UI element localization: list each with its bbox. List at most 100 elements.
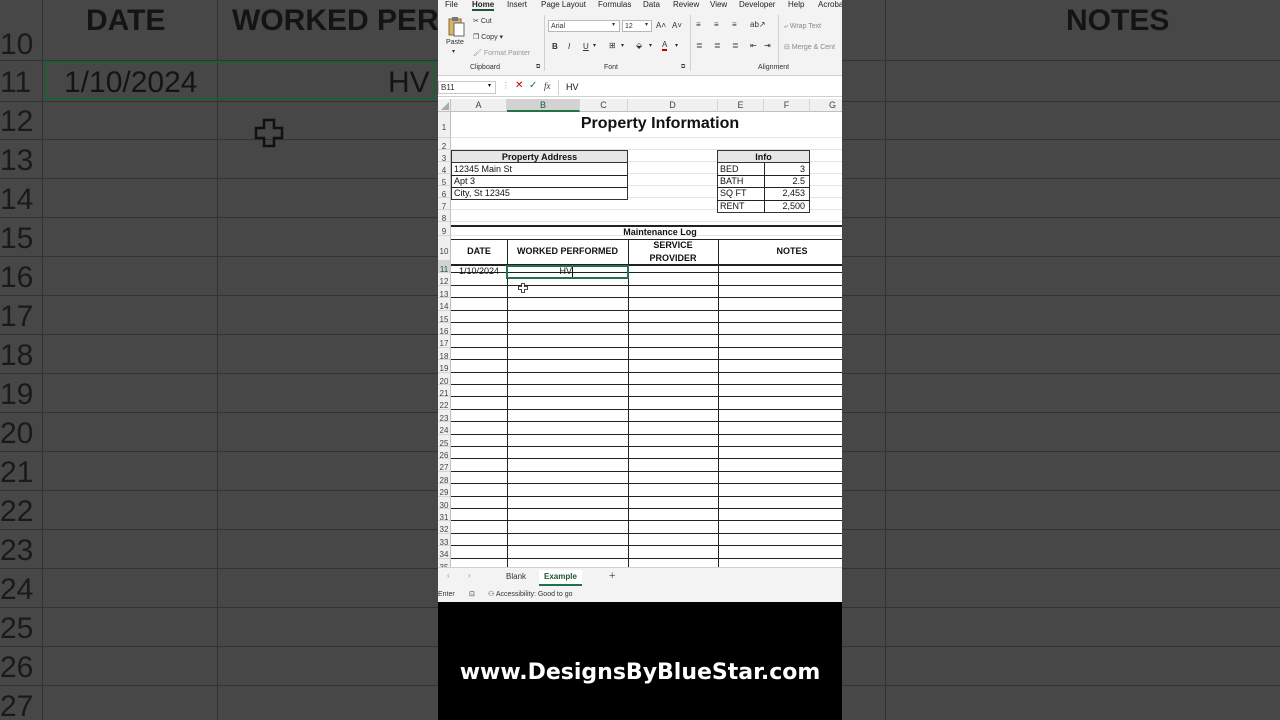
property-address-header[interactable]: Property Address xyxy=(451,150,628,163)
row-header[interactable]: 27 xyxy=(438,459,451,472)
tab-file[interactable]: File xyxy=(445,0,458,9)
log-date-cell[interactable]: 1/10/2024 xyxy=(451,266,507,276)
sheet-tab-blank[interactable]: Blank xyxy=(501,570,531,584)
align-top-icon[interactable]: ≡ xyxy=(696,20,701,29)
info-label[interactable]: BED xyxy=(720,164,739,174)
tab-view[interactable]: View xyxy=(710,0,727,9)
underline-icon[interactable]: U xyxy=(583,42,589,51)
fill-color-icon[interactable]: ⬙ xyxy=(636,41,642,50)
row-header[interactable]: 6 xyxy=(438,186,451,199)
row-header[interactable]: 35 xyxy=(438,558,451,567)
paste-dropdown-icon[interactable]: ▾ xyxy=(452,48,455,55)
font-family-select[interactable]: Arial xyxy=(548,20,620,32)
row-header[interactable]: 3 xyxy=(438,150,451,163)
row-header[interactable]: 28 xyxy=(438,471,451,485)
info-value[interactable]: 3 xyxy=(765,164,805,174)
cancel-icon[interactable]: ✕ xyxy=(515,80,523,91)
font-color-icon[interactable]: A xyxy=(662,40,668,51)
address-line-1[interactable]: 12345 Main St xyxy=(454,164,512,174)
tab-help[interactable]: Help xyxy=(788,0,804,9)
column-header-f[interactable]: F xyxy=(764,99,810,112)
merge-center-button[interactable]: ⊟ Merge & Cent xyxy=(784,43,835,51)
scroll-right-icon[interactable]: › xyxy=(468,571,471,580)
macro-record-icon[interactable]: ⊡ xyxy=(469,587,475,602)
row-header[interactable]: 16 xyxy=(438,323,451,336)
column-header-a[interactable]: A xyxy=(451,99,507,112)
italic-icon[interactable]: I xyxy=(568,42,570,51)
paste-icon[interactable] xyxy=(447,16,465,38)
row-header[interactable]: 4 xyxy=(438,162,451,175)
row-header[interactable]: 14 xyxy=(438,298,451,311)
row-header[interactable]: 12 xyxy=(438,273,451,286)
log-header-provider-2[interactable]: PROVIDER xyxy=(628,253,718,263)
row-header[interactable]: 18 xyxy=(438,347,451,361)
row-header[interactable]: 7 xyxy=(438,198,451,211)
formula-input[interactable]: HV xyxy=(566,82,579,92)
font-launcher-icon[interactable]: ⧉ xyxy=(681,64,685,71)
align-left-icon[interactable]: ≣ xyxy=(696,41,703,50)
tab-acrobat[interactable]: Acroba xyxy=(818,0,842,9)
row-header[interactable]: 17 xyxy=(438,335,451,348)
column-header-g[interactable]: G xyxy=(810,99,842,112)
tab-developer[interactable]: Developer xyxy=(739,0,775,9)
row-header[interactable]: 19 xyxy=(438,360,451,373)
copy-button[interactable]: ❐ Copy ▾ xyxy=(473,33,503,41)
increase-font-icon[interactable]: A˄ xyxy=(656,21,666,30)
log-header-notes[interactable]: NOTES xyxy=(718,246,842,256)
clipboard-launcher-icon[interactable]: ⧉ xyxy=(536,64,540,71)
active-cell-selection[interactable] xyxy=(506,265,629,279)
sheet-tab-example[interactable]: Example xyxy=(539,570,582,586)
info-label[interactable]: SQ FT xyxy=(720,188,747,198)
info-value[interactable]: 2.5 xyxy=(765,176,805,186)
align-right-icon[interactable]: ≣ xyxy=(732,41,739,50)
row-header[interactable]: 1 xyxy=(438,112,451,138)
align-center-icon[interactable]: ≣ xyxy=(714,41,721,50)
row-header[interactable]: 9 xyxy=(438,222,451,236)
decrease-font-icon[interactable]: A˅ xyxy=(672,21,682,30)
row-header[interactable]: 30 xyxy=(438,496,451,510)
row-header[interactable]: 10 xyxy=(438,236,451,261)
tab-review[interactable]: Review xyxy=(673,0,699,9)
increase-indent-icon[interactable]: ⇥ xyxy=(764,41,771,50)
row-header[interactable]: 34 xyxy=(438,546,451,559)
align-middle-icon[interactable]: ≡ xyxy=(714,20,719,29)
tab-page-layout[interactable]: Page Layout xyxy=(541,0,586,9)
enter-icon[interactable]: ✓ xyxy=(529,80,537,91)
column-header-b[interactable]: B xyxy=(507,99,580,112)
bold-icon[interactable]: B xyxy=(552,42,558,51)
decrease-indent-icon[interactable]: ⇤ xyxy=(750,41,757,50)
paste-button[interactable]: Paste xyxy=(446,39,464,46)
row-header[interactable]: 11 xyxy=(438,261,451,274)
underline-dropdown-icon[interactable]: ▾ xyxy=(593,42,596,49)
row-header[interactable]: 8 xyxy=(438,210,451,223)
info-header[interactable]: Info xyxy=(717,150,810,163)
row-header[interactable]: 21 xyxy=(438,385,451,398)
select-all-corner[interactable] xyxy=(438,99,451,112)
address-line-2[interactable]: Apt 3 xyxy=(454,176,475,186)
row-header[interactable]: 25 xyxy=(438,434,451,448)
info-label[interactable]: BATH xyxy=(720,176,743,186)
address-line-3[interactable]: City, St 12345 xyxy=(454,188,510,198)
row-header[interactable]: 32 xyxy=(438,521,451,534)
column-header-c[interactable]: C xyxy=(580,99,628,112)
spreadsheet-grid[interactable]: A B C D E F G 1 2 3 4 5 6 7 8 9 10 11 12 13 14 15 16 17 1… xyxy=(438,99,842,567)
font-color-dropdown-icon[interactable]: ▾ xyxy=(675,42,678,49)
maintenance-log-title[interactable]: Maintenance Log xyxy=(451,227,842,237)
scroll-left-icon[interactable]: ‹ xyxy=(447,571,450,580)
log-header-work[interactable]: WORKED PERFORMED xyxy=(507,246,628,256)
info-label[interactable]: RENT xyxy=(720,201,745,211)
tab-data[interactable]: Data xyxy=(643,0,660,9)
log-header-provider-1[interactable]: SERVICE xyxy=(628,240,718,250)
row-header[interactable]: 33 xyxy=(438,533,451,547)
column-header-e[interactable]: E xyxy=(718,99,764,112)
tab-formulas[interactable]: Formulas xyxy=(598,0,631,9)
tab-insert[interactable]: Insert xyxy=(507,0,527,9)
row-header[interactable]: 24 xyxy=(438,422,451,435)
align-bottom-icon[interactable]: ≡ xyxy=(732,20,737,29)
name-box-dropdown-icon[interactable]: ▾ xyxy=(488,82,491,89)
fill-color-dropdown-icon[interactable]: ▾ xyxy=(649,42,652,49)
format-painter-button[interactable]: 🖌 Format Painter xyxy=(473,49,530,57)
row-header[interactable]: 20 xyxy=(438,372,451,386)
info-value[interactable]: 2,500 xyxy=(765,201,805,211)
wrap-text-button[interactable]: ⤶ Wrap Text xyxy=(784,23,821,31)
